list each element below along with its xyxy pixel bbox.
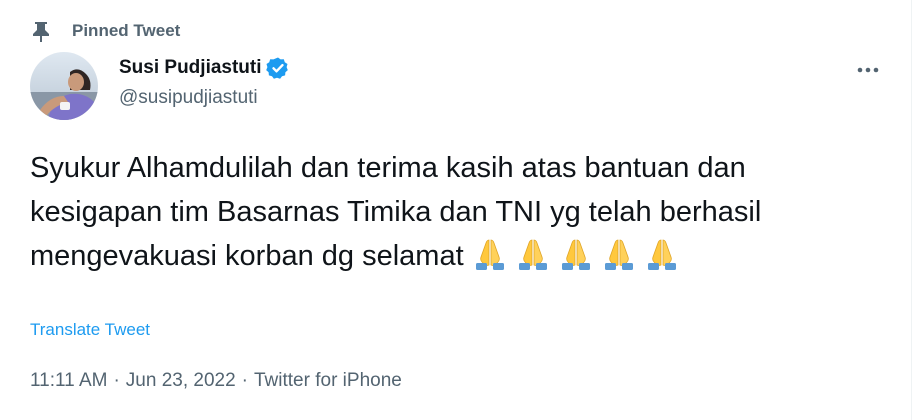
pinned-indicator: Pinned Tweet [30, 18, 180, 44]
tweet-date[interactable]: Jun 23, 2022 [126, 370, 236, 392]
tweet-card: Pinned Tweet Susi Pudjiastuti @susipudji… [0, 0, 912, 420]
folded-hands-emoji [559, 237, 593, 271]
meta-separator: · [241, 370, 248, 391]
tweet-metadata: 11:11 AM · Jun 23, 2022 · Twitter for iP… [30, 370, 402, 392]
folded-hands-emoji [516, 237, 550, 271]
folded-hands-emoji [645, 237, 679, 271]
tweet-time[interactable]: 11:11 AM [30, 370, 107, 392]
emoji-group [464, 237, 679, 272]
verified-badge-icon [265, 56, 290, 80]
more-options-button[interactable] [850, 58, 886, 82]
meta-separator: · [113, 370, 120, 391]
translate-tweet-link[interactable]: Translate Tweet [30, 320, 150, 340]
display-name[interactable]: Susi Pudjiastuti [119, 57, 262, 79]
user-handle[interactable]: @susipudjiastuti [119, 87, 290, 109]
author-info: Susi Pudjiastuti @susipudjiastuti [119, 55, 290, 109]
pin-icon [30, 20, 52, 42]
tweet-source[interactable]: Twitter for iPhone [254, 370, 402, 392]
avatar[interactable] [30, 52, 98, 120]
more-horizontal-icon [856, 61, 880, 79]
folded-hands-emoji [602, 237, 636, 271]
tweet-body: Syukur Alhamdulilah dan terima kasih ata… [30, 146, 880, 278]
pinned-label: Pinned Tweet [72, 21, 181, 40]
folded-hands-emoji [473, 237, 507, 271]
